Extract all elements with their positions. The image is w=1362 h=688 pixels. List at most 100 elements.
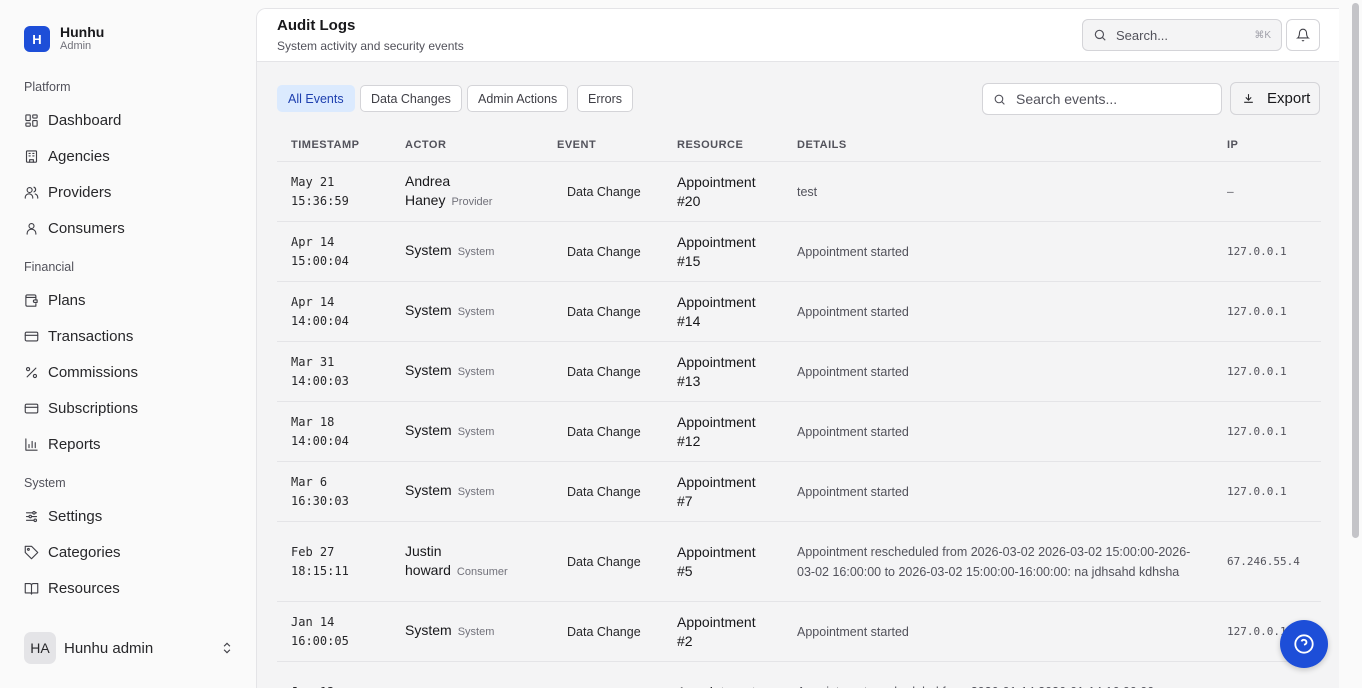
column-header-resource[interactable]: RESOURCE (677, 139, 743, 151)
cell-actor: System System (405, 222, 553, 281)
sidebar-item-reports[interactable]: Reports (24, 433, 101, 455)
global-search-placeholder: Search... (1116, 27, 1169, 43)
help-button[interactable] (1280, 620, 1328, 668)
event-badge: Data Change (557, 621, 651, 642)
cell-event: Data Change (557, 342, 673, 401)
actor-name: Justin (405, 542, 442, 559)
actor-name: Haney (405, 191, 446, 208)
cell-resource: Appointment #13 (677, 353, 756, 389)
cell-event: Data Change (557, 162, 673, 221)
table-row[interactable]: Apr 14 15:00:04 System System Data Change Ap… (277, 222, 1321, 282)
column-header-ip[interactable]: IP (1227, 139, 1238, 151)
column-header-actor[interactable]: ACTOR (405, 139, 446, 151)
user-menu-button[interactable]: HA Hunhu admin (24, 632, 234, 664)
notifications-button[interactable] (1286, 19, 1320, 51)
sidebar-item-consumers[interactable]: Consumers (24, 217, 125, 239)
export-label: Export (1267, 90, 1311, 107)
table-row[interactable]: Mar 18 14:00:04 System System Data Change Ap… (277, 402, 1321, 462)
cell-timestamp: Mar 6 16:30:03 (291, 474, 349, 508)
user-icon (26, 222, 37, 235)
bar-chart-icon (25, 437, 38, 451)
cell-details: Appointment started (797, 304, 909, 319)
credit-card-icon (24, 331, 39, 341)
sidebar-item-settings[interactable]: Settings (24, 505, 102, 527)
actor-name: System (405, 622, 452, 638)
tab-data-changes[interactable]: Data Changes (360, 85, 462, 112)
sidebar-item-plans[interactable]: Plans (24, 289, 86, 311)
sidebar-item-dashboard[interactable]: Dashboard (24, 109, 121, 131)
cell-actor: Andrea Haney Provider (405, 162, 553, 221)
nav-section-financial: Financial (24, 260, 75, 274)
events-search-input[interactable] (1016, 91, 1206, 107)
page-subtitle: System activity and security events (277, 39, 464, 53)
sidebar-item-commissions[interactable]: Commissions (24, 361, 138, 383)
nav-section-system: System (24, 476, 66, 490)
actor-role: Provider (451, 195, 493, 208)
tab-errors[interactable]: Errors (577, 85, 634, 112)
actor-role: System (457, 246, 495, 258)
tab-admin-actions[interactable]: Admin Actions (467, 85, 569, 112)
table-row[interactable]: Mar 6 16:30:03 System System Data Change App… (277, 462, 1321, 522)
column-header-details[interactable]: DETAILS (797, 139, 847, 151)
cell-event: Data Change (557, 602, 673, 661)
cell-resource: Appointment #14 (677, 293, 756, 329)
global-search-input[interactable]: Search... ⌘K (1082, 19, 1282, 51)
event-badge: Data Change (557, 361, 651, 382)
actor-role: System (457, 426, 495, 438)
sidebar-item-transactions[interactable]: Transactions (24, 325, 133, 347)
cell-event: Data Change (557, 222, 673, 281)
building-icon (25, 149, 38, 163)
actor-role: System (457, 626, 495, 638)
chevrons-up-down-icon (223, 642, 231, 654)
column-header-timestamp[interactable]: TIMESTAMP (291, 139, 359, 151)
scrollbar-thumb[interactable] (1352, 3, 1359, 538)
sidebar-item-subscriptions[interactable]: Subscriptions (24, 397, 138, 419)
cell-actor: System System (405, 402, 553, 461)
page-scrollbar[interactable] (1349, 0, 1362, 688)
sidebar-item-categories[interactable]: Categories (24, 541, 121, 563)
sidebar-item-resources[interactable]: Resources (24, 577, 120, 599)
sidebar: H Hunhu Admin Platform Dashboard Agencie… (0, 0, 256, 688)
table-row[interactable]: Jan 13 AppointmentAppointment rescheduled… (277, 662, 1321, 688)
sidebar-item-label: Providers (48, 183, 112, 201)
dashboard-icon (25, 113, 38, 127)
actor-name: System (405, 242, 452, 258)
actor-role: System (457, 486, 495, 498)
event-badge: Data Change (557, 551, 651, 572)
cell-event: Data Change (557, 402, 673, 461)
audit-log-table: TIMESTAMP ACTOR EVENT RESOURCE DETAILS I… (277, 135, 1321, 688)
cell-resource: Appointment #20 (677, 173, 756, 209)
table-row[interactable]: Jan 14 16:00:05 System System Data Change Ap… (277, 602, 1321, 662)
actor-role: System (457, 366, 495, 378)
cell-details: test (797, 184, 818, 199)
event-badge: Data Change (557, 181, 651, 202)
cell-ip: 127.0.0.1 (1227, 365, 1287, 378)
sidebar-item-label: Reports (48, 435, 101, 453)
sidebar-item-label: Dashboard (48, 111, 122, 129)
sidebar-item-agencies[interactable]: Agencies (24, 145, 110, 167)
cell-actor: System System (405, 282, 553, 341)
cell-resource: Appointment #7 (677, 473, 756, 509)
tab-all-events[interactable]: All Events (277, 85, 355, 112)
column-header-event[interactable]: EVENT (557, 139, 596, 151)
event-badge: Data Change (557, 421, 651, 442)
sidebar-item-label: Subscriptions (48, 399, 139, 417)
table-row[interactable]: Mar 31 14:00:03 System System Data Change Ap… (277, 342, 1321, 402)
export-button[interactable]: Export (1230, 82, 1320, 115)
brand[interactable]: H Hunhu Admin (24, 25, 104, 53)
cell-timestamp: Mar 18 14:00:04 (291, 414, 349, 448)
help-circle-icon (1294, 634, 1314, 654)
table-row[interactable]: Apr 14 14:00:04 System System Data Change Ap… (277, 282, 1321, 342)
brand-logo: H (24, 26, 50, 52)
sidebar-item-providers[interactable]: Providers (24, 181, 111, 203)
table-row[interactable]: Feb 27 18:15:11 Justin howard Consumer Data … (277, 522, 1321, 602)
cell-actor: System System (405, 602, 553, 661)
search-icon (994, 94, 1005, 105)
bell-icon (1296, 28, 1310, 42)
sidebar-item-label: Settings (48, 507, 103, 525)
event-badge: Data Change (557, 481, 651, 502)
table-row[interactable]: May 21 15:36:59 Andrea Haney Provider Data C… (277, 162, 1321, 222)
cell-actor: System System (405, 342, 553, 401)
tag-icon (24, 545, 39, 559)
cell-timestamp: May 21 15:36:59 (291, 174, 349, 208)
